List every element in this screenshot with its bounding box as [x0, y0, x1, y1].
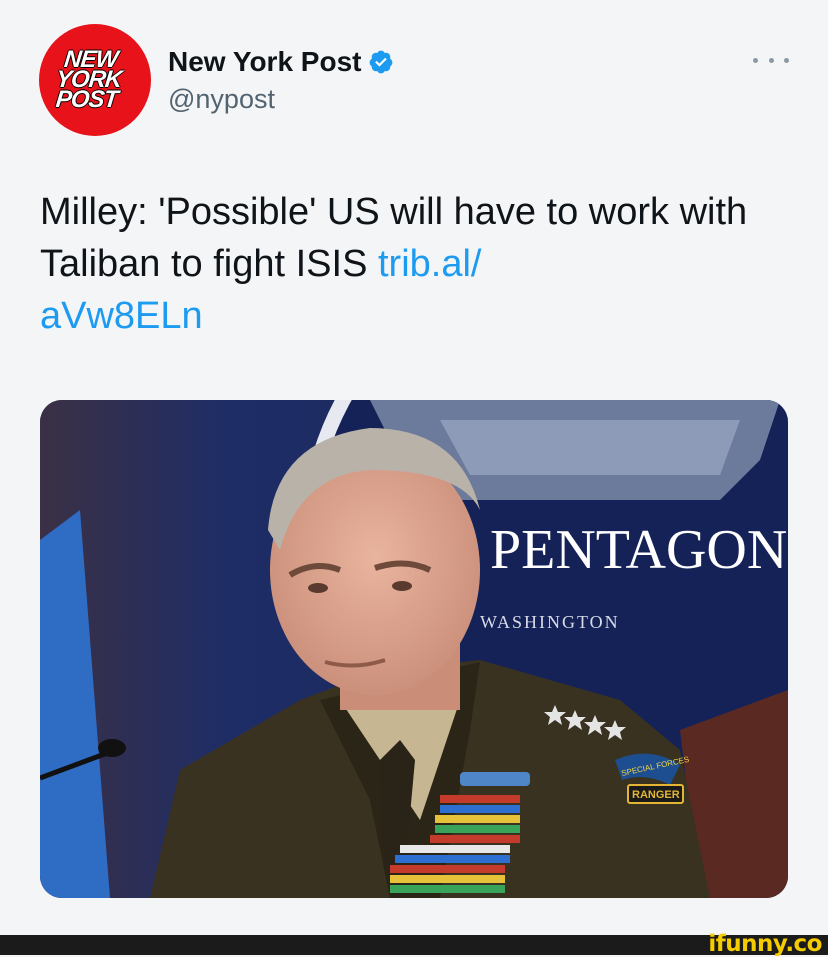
display-name[interactable]: New York Post — [168, 46, 361, 78]
dot-icon — [768, 57, 774, 63]
author-name-row: New York Post — [168, 44, 394, 80]
nypost-logo: NEW YORK POST — [53, 46, 125, 113]
author-handle[interactable]: @nypost — [168, 84, 275, 115]
patch-bottom-text: RANGER — [632, 789, 680, 801]
dot-icon — [784, 57, 789, 63]
logo-line-3: POST — [54, 86, 120, 113]
photo-illustration: PENTAGON WASHINGTON SPECIAL FORCES RANGE… — [40, 400, 788, 898]
sign-subtext: WASHINGTON — [480, 612, 620, 632]
avatar[interactable]: NEW YORK POST — [39, 24, 151, 136]
tweet-text: Milley: 'Possible' US will have to work … — [40, 186, 800, 342]
dot-icon — [753, 57, 758, 63]
tweet-photo[interactable]: PENTAGON WASHINGTON SPECIAL FORCES RANGE… — [40, 400, 788, 898]
ifunny-watermark: ifunny.co — [708, 931, 822, 957]
verified-badge-icon — [370, 50, 393, 74]
more-options-icon[interactable] — [753, 50, 789, 70]
tweet-card[interactable]: NEW YORK POST New York Post @nypost Mill… — [0, 0, 828, 935]
watermark-bar: ifunny.co — [0, 931, 828, 957]
sign-text: PENTAGON — [490, 519, 787, 581]
